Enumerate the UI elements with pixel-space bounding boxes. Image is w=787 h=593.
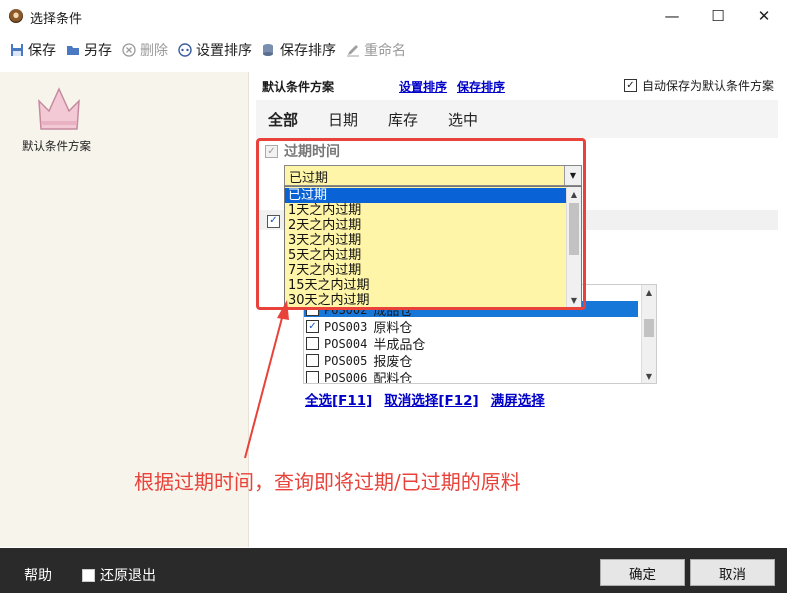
save-toolbar-button[interactable]: 保存	[10, 40, 56, 60]
delete-toolbar-button[interactable]: 删除	[122, 40, 168, 60]
deselect-link[interactable]: 取消选择[F12]	[384, 389, 478, 409]
save-icon	[11, 44, 23, 56]
sort-settings-icon	[178, 43, 192, 57]
tab-date[interactable]: 日期	[328, 109, 358, 130]
row-code: POS003	[324, 319, 368, 334]
row-code: POS006	[324, 370, 368, 384]
list-actions: 全选[F11] 取消选择[F12] 满屏选择	[305, 389, 545, 409]
save-sort-toolbar-button[interactable]: 保存排序	[262, 40, 336, 60]
list-item[interactable]: POS005 报废仓	[306, 352, 412, 370]
row-code: POS004	[324, 336, 368, 351]
cancel-button[interactable]: 取消	[690, 559, 775, 586]
rename-label: 重命名	[364, 43, 406, 59]
autosave-check-icon: ✓	[624, 79, 637, 92]
highlight-box	[256, 138, 586, 310]
tab-all[interactable]: 全部	[268, 109, 298, 130]
pencil-icon	[347, 45, 359, 57]
sort-settings-label: 设置排序	[196, 43, 252, 59]
scheme-item-default[interactable]: 默认条件方案	[22, 138, 91, 154]
ok-button[interactable]: 确定	[600, 559, 685, 586]
row-checkbox[interactable]: ✓	[306, 320, 319, 333]
list-item[interactable]: ✓ POS003 原料仓	[306, 318, 412, 336]
restore-exit-checkbox[interactable]: 还原退出	[82, 565, 156, 585]
list-item[interactable]: POS006 配料仓	[306, 369, 413, 384]
condition-tabs: 全部 日期 库存 选中	[256, 100, 778, 138]
row-name: 配料仓	[373, 372, 413, 384]
database-save-icon	[263, 44, 273, 56]
annotation-text: 根据过期时间，查询即将过期/已过期的原料	[134, 470, 521, 494]
delete-icon	[122, 43, 136, 57]
list-scrollbar[interactable]: ▲ ▼	[641, 285, 656, 383]
save-as-toolbar-button[interactable]: 另存	[66, 40, 112, 60]
toolbar: 保存 另存 删除 设置排序 保存排序 重命名	[0, 36, 406, 64]
save-sort-label: 保存排序	[280, 43, 336, 59]
fullscreen-select-link[interactable]: 满屏选择	[491, 389, 545, 409]
list-scroll-thumb[interactable]	[644, 319, 654, 337]
restore-check-box	[82, 568, 95, 582]
folder-open-icon	[67, 46, 79, 55]
crown-icon[interactable]	[37, 87, 81, 131]
list-item[interactable]: POS004 半成品仓	[306, 335, 425, 353]
app-icon	[9, 9, 23, 23]
close-button[interactable]: ✕	[741, 0, 787, 32]
save-as-label: 另存	[84, 43, 112, 59]
row-code: POS005	[324, 353, 368, 368]
scheme-title: 默认条件方案	[262, 80, 335, 94]
minimize-button[interactable]: —	[649, 0, 695, 32]
tab-selected[interactable]: 选中	[448, 109, 478, 130]
maximize-button[interactable]: ☐	[695, 0, 741, 32]
delete-label: 删除	[140, 43, 168, 59]
set-sort-link[interactable]: 设置排序	[399, 78, 447, 95]
autosave-checkbox[interactable]: ✓ 自动保存为默认条件方案	[624, 77, 774, 94]
rename-toolbar-button[interactable]: 重命名	[346, 40, 406, 60]
scroll-up-icon[interactable]: ▲	[642, 285, 656, 299]
help-link[interactable]: 帮助	[24, 565, 52, 585]
window-title: 选择条件	[30, 12, 83, 27]
row-checkbox[interactable]	[306, 354, 319, 367]
restore-exit-label: 还原退出	[100, 568, 156, 584]
sort-settings-toolbar-button[interactable]: 设置排序	[178, 40, 252, 60]
row-checkbox[interactable]	[306, 371, 319, 383]
row-checkbox[interactable]	[306, 337, 319, 350]
save-sort-link[interactable]: 保存排序	[457, 78, 505, 95]
tab-inventory[interactable]: 库存	[388, 109, 418, 130]
scroll-down-icon[interactable]: ▼	[642, 369, 656, 383]
select-all-link[interactable]: 全选[F11]	[305, 389, 372, 409]
autosave-label: 自动保存为默认条件方案	[642, 79, 775, 93]
save-label: 保存	[28, 43, 56, 59]
